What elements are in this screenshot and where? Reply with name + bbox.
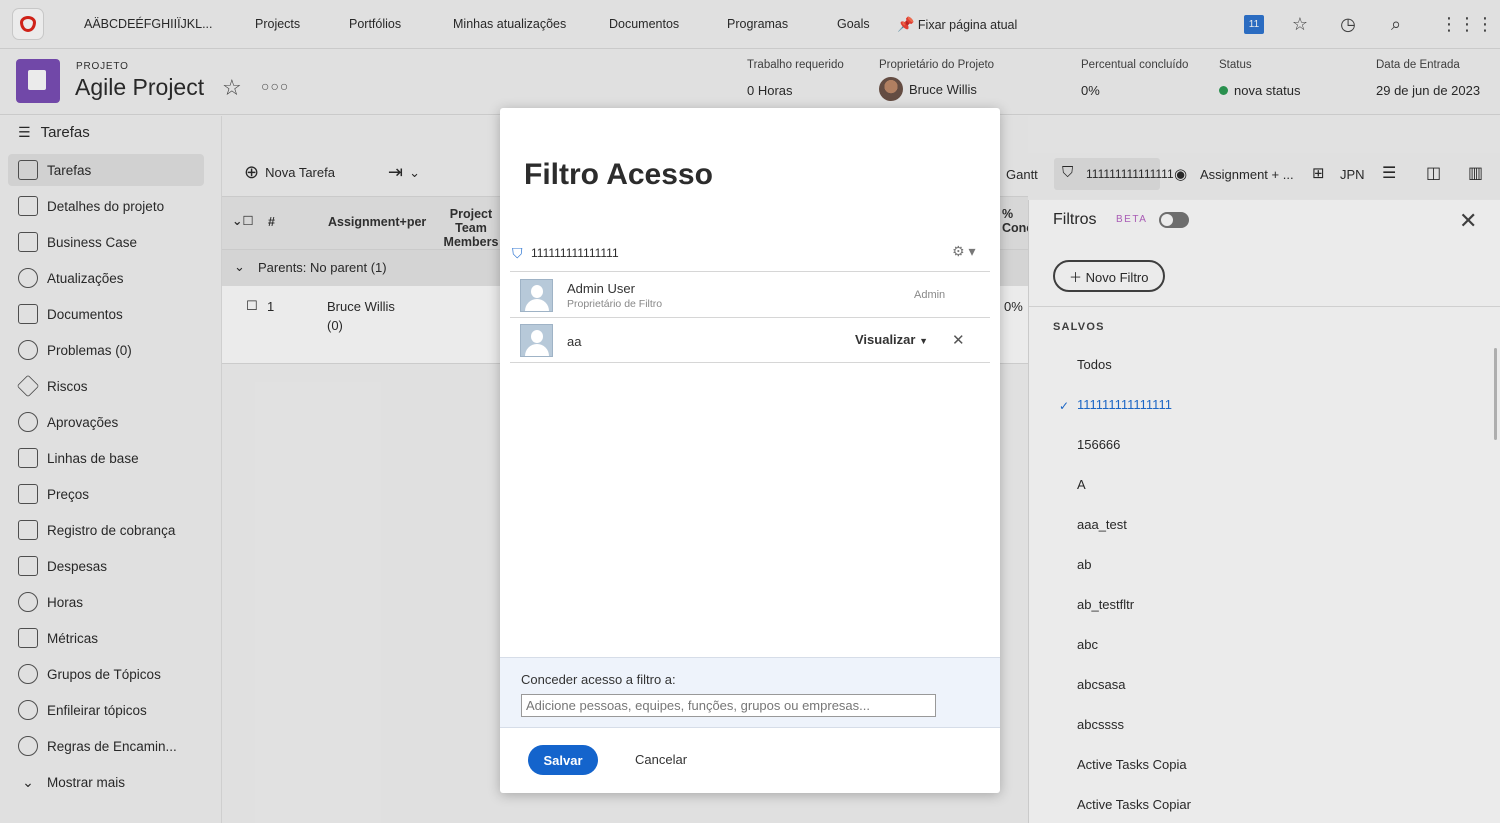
user-subtitle: Proprietário de Filtro xyxy=(567,298,663,310)
user-name: aa xyxy=(567,334,582,349)
grant-access-input[interactable] xyxy=(521,694,936,717)
funnel-icon: ⛉ xyxy=(512,245,523,261)
user-name: Admin User xyxy=(567,281,635,296)
dialog-title: Filtro Acesso xyxy=(524,158,713,191)
access-row-owner: Admin User Proprietário de Filtro Admin xyxy=(510,273,990,318)
user-role: Admin xyxy=(914,289,946,301)
user-avatar xyxy=(520,279,553,312)
save-button[interactable]: Salvar xyxy=(528,745,598,775)
grant-access-label: Conceder acesso a filtro a: xyxy=(521,672,676,687)
remove-access-icon[interactable]: ✕ xyxy=(952,331,965,349)
gear-icon[interactable]: ⚙ ▾ xyxy=(952,243,975,260)
dialog-filter-name: 111111111111111 xyxy=(531,246,619,260)
filter-access-dialog: Filtro Acesso ⛉ 111111111111111 ⚙ ▾ Admi… xyxy=(500,108,1000,793)
access-row-user: aa Visualizar ▼ ✕ xyxy=(510,318,990,363)
cancel-button[interactable]: Cancelar xyxy=(635,752,687,767)
grant-access-section: Conceder acesso a filtro a: xyxy=(500,657,1000,728)
permission-dropdown[interactable]: Visualizar ▼ xyxy=(855,332,928,347)
user-avatar xyxy=(520,324,553,357)
filter-info-row: ⛉ 111111111111111 ⚙ ▾ xyxy=(510,240,990,272)
caret-down-icon: ▼ xyxy=(919,336,929,346)
